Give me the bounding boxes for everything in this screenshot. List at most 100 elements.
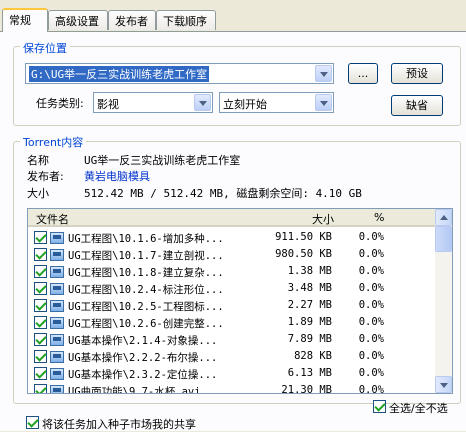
scroll-thumb[interactable]	[435, 226, 452, 252]
file-checkbox[interactable]	[34, 350, 47, 363]
file-list-header: 文件名 大小 %	[28, 209, 436, 227]
chevron-down-icon[interactable]	[194, 94, 211, 111]
category-label: 任务类别:	[36, 97, 84, 110]
size-label: 大小	[27, 187, 49, 200]
category-value: 影视	[97, 98, 119, 111]
file-checkbox[interactable]	[34, 367, 47, 380]
start-mode-value: 立刻开始	[223, 98, 267, 111]
video-file-icon	[50, 368, 64, 380]
file-size: 1.89 MB	[287, 316, 332, 328]
table-row[interactable]: UG工程图\10.1.8-建立复杂... 1.38 MB 0.0%	[28, 264, 436, 280]
file-percent: 0.0%	[358, 282, 384, 294]
file-checkbox[interactable]	[34, 248, 47, 261]
file-checkbox[interactable]	[34, 384, 47, 393]
file-percent: 0.0%	[358, 367, 384, 379]
table-row[interactable]: UG工程图\10.2.5-工程图标... 2.27 MB 0.0%	[28, 298, 436, 314]
save-path-value: G:\UG举一反三实战训练老虎工作室	[29, 66, 210, 82]
tab-label: 高级设置	[55, 15, 99, 28]
file-percent: 0.0%	[358, 299, 384, 311]
video-file-icon	[50, 351, 64, 363]
video-file-icon	[50, 249, 64, 261]
video-file-icon	[50, 266, 64, 278]
file-checkbox[interactable]	[34, 265, 47, 278]
name-value: UG举一反三实战训练老虎工作室	[84, 154, 241, 167]
video-file-icon	[50, 232, 64, 244]
save-path-combo[interactable]: G:\UG举一反三实战训练老虎工作室	[25, 63, 334, 84]
file-name: UG基本操作\2.3.2-定位操...	[68, 369, 218, 381]
file-size: 2.27 MB	[287, 299, 332, 311]
category-select[interactable]: 影视	[93, 92, 213, 113]
tab-label: 发布者	[115, 15, 148, 28]
column-header-percent[interactable]: %	[374, 211, 384, 224]
file-checkbox[interactable]	[34, 316, 47, 329]
preset-button[interactable]: 预设	[391, 63, 443, 84]
file-name: UG工程图\10.2.4-标注形位...	[68, 284, 224, 296]
file-percent: 0.0%	[358, 265, 384, 277]
video-file-icon	[50, 385, 64, 393]
file-name: UG基本操作\2.1.4-对象操...	[68, 335, 218, 347]
file-percent: 0.0%	[358, 384, 384, 394]
video-file-icon	[50, 317, 64, 329]
tab-label: 常规	[9, 14, 31, 27]
publisher-label: 发布者:	[27, 170, 64, 183]
file-percent: 0.0%	[358, 316, 384, 328]
select-all-checkbox[interactable]	[373, 400, 386, 413]
chevron-down-icon[interactable]	[315, 65, 332, 82]
scroll-up-arrow-icon[interactable]	[435, 209, 452, 226]
file-percent: 0.0%	[358, 231, 384, 243]
tab-publisher[interactable]: 发布者	[108, 10, 156, 30]
file-name: UG工程图\10.2.5-工程图标...	[68, 301, 224, 313]
file-name: UG曲面功能\9.7-水杯.avi	[68, 386, 201, 394]
file-size: 21.30 MB	[281, 384, 332, 394]
file-size: 7.89 MB	[287, 333, 332, 345]
file-checkbox[interactable]	[34, 282, 47, 295]
file-size: 6.13 MB	[287, 367, 332, 379]
file-checkbox[interactable]	[34, 333, 47, 346]
publisher-link[interactable]: 黄岩电脑模具	[84, 168, 150, 184]
file-size: 3.48 MB	[287, 282, 332, 294]
file-checkbox[interactable]	[34, 231, 47, 244]
tab-general[interactable]: 常规	[2, 8, 48, 32]
file-name: UG工程图\10.1.8-建立复杂...	[68, 267, 224, 279]
file-size: 980.50 KB	[275, 248, 332, 260]
file-name: UG工程图\10.1.7-建立剖视...	[68, 250, 224, 262]
tab-download-order[interactable]: 下载顺序	[156, 10, 216, 30]
tab-advanced[interactable]: 高级设置	[48, 10, 108, 30]
size-value: 512.42 MB / 512.42 MB, 磁盘剩余空间: 4.10 GB	[84, 187, 362, 200]
tab-label: 下载顺序	[163, 15, 207, 28]
table-row[interactable]: UG工程图\10.1.7-建立剖视... 980.50 KB 0.0%	[28, 247, 436, 263]
video-file-icon	[50, 300, 64, 312]
torrent-content-title: Torrent内容	[20, 134, 87, 150]
save-location-title: 保存位置	[20, 40, 70, 56]
file-size: 1.38 MB	[287, 265, 332, 277]
table-row[interactable]: UG曲面功能\9.7-水杯.avi 21.30 MB 0.0%	[28, 383, 436, 394]
scroll-down-arrow-icon[interactable]	[435, 376, 452, 393]
file-list[interactable]: 文件名 大小 % UG工程图\10.1.6-增加多种... 911.50 KB 0.…	[27, 208, 453, 394]
table-row[interactable]: UG工程图\10.2.4-标注形位... 3.48 MB 0.0%	[28, 281, 436, 297]
name-label: 名称	[27, 154, 49, 167]
file-percent: 0.0%	[358, 248, 384, 260]
share-label: 将该任务加入种子市场我的共享	[42, 418, 196, 431]
column-header-size[interactable]: 大小	[312, 211, 334, 227]
tab-strip: 常规 高级设置 发布者 下载顺序	[0, 8, 466, 32]
vertical-scrollbar[interactable]	[435, 209, 452, 393]
default-button[interactable]: 缺省	[391, 95, 443, 116]
chevron-down-icon[interactable]	[315, 94, 332, 111]
table-row[interactable]: UG工程图\10.2.6-创建完整... 1.89 MB 0.0%	[28, 315, 436, 331]
table-row[interactable]: UG基本操作\2.3.2-定位操... 6.13 MB 0.0%	[28, 366, 436, 382]
start-mode-select[interactable]: 立刻开始	[219, 92, 334, 113]
file-size: 828 KB	[294, 350, 332, 362]
file-size: 911.50 KB	[275, 231, 332, 243]
video-file-icon	[50, 283, 64, 295]
select-all-label: 全选/全不选	[389, 402, 448, 415]
file-percent: 0.0%	[358, 333, 384, 345]
table-row[interactable]: UG基本操作\2.1.4-对象操... 7.89 MB 0.0%	[28, 332, 436, 348]
share-checkbox[interactable]	[26, 416, 39, 429]
file-checkbox[interactable]	[34, 299, 47, 312]
column-header-name[interactable]: 文件名	[36, 211, 69, 227]
table-row[interactable]: UG基本操作\2.2.2-布尔操... 828 KB 0.0%	[28, 349, 436, 365]
file-percent: 0.0%	[358, 350, 384, 362]
browse-button[interactable]: ...	[348, 63, 378, 84]
table-row[interactable]: UG工程图\10.1.6-增加多种... 911.50 KB 0.0%	[28, 230, 436, 246]
file-name: UG工程图\10.2.6-创建完整...	[68, 318, 224, 330]
